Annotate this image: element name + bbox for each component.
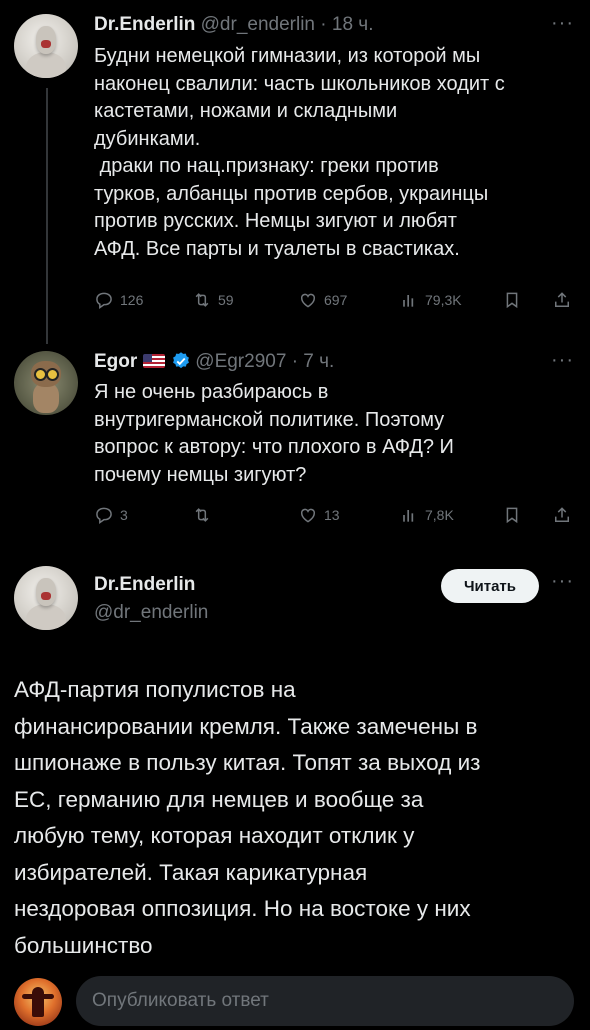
retweet-button[interactable]: 59 [192,290,234,310]
like-button[interactable]: 697 [298,290,347,310]
follow-button[interactable]: Читать [441,569,539,603]
us-flag-icon [143,354,166,368]
reply-button[interactable]: 3 [94,505,128,525]
retweet-icon [195,293,209,307]
main-tweet-text: АФД-партия популистов на финансировании … [14,677,481,958]
like-button[interactable]: 13 [298,505,340,525]
share-button[interactable] [552,290,578,310]
bookmark-icon [506,507,518,524]
reply-count: 126 [120,292,144,308]
retweet-count: 59 [218,292,234,308]
views-count: 79,3K [425,292,462,308]
reply-icon [96,507,112,524]
views-button[interactable]: 7,8K [399,505,454,525]
reply-button[interactable]: 126 [94,290,143,310]
tweet-actions: 126 59 697 79,3K [94,290,574,314]
views-icon [403,510,414,522]
author-name[interactable]: Dr.Enderlin [94,14,195,35]
reply-icon [96,292,112,309]
bookmark-button[interactable] [502,290,528,310]
tweet-header: Egor @Egr2907 · 7 ч. [94,351,334,373]
main-tweet: Dr.Enderlin @dr_enderlin ··· АФД-партия … [0,560,590,960]
main-author-handle[interactable]: @dr_enderlin [94,602,208,624]
avatar[interactable] [14,351,78,415]
reply-count: 3 [120,507,128,523]
retweet-icon [195,508,209,522]
views-icon [403,295,414,307]
more-options-icon[interactable]: ··· [551,349,574,372]
author-handle[interactable]: @Egr2907 [195,351,286,372]
my-avatar[interactable] [14,978,62,1026]
tweet-text: Будни немецкой гимназии, из которой мы н… [94,45,505,260]
bookmark-button[interactable] [502,505,528,525]
heart-icon [300,293,316,308]
tweet-time[interactable]: · 7 ч. [292,351,335,372]
author-name[interactable]: Egor [94,351,137,372]
bookmark-icon [506,292,518,309]
avatar[interactable] [14,566,78,630]
main-author-name[interactable]: Dr.Enderlin [94,574,195,596]
heart-icon [300,508,316,523]
tweet-time[interactable]: · 18 ч. [320,14,373,35]
share-button[interactable] [552,505,578,525]
author-handle[interactable]: @dr_enderlin [201,14,315,35]
views-button[interactable]: 79,3K [399,290,462,310]
share-icon [555,507,569,522]
tweet-text: Я не очень разбираюсь в внутригерманской… [94,381,454,486]
avatar[interactable] [14,14,78,78]
tweet-header: Dr.Enderlin @dr_enderlin · 18 ч. [94,14,373,36]
tweet-dr-enderlin-1[interactable]: Dr.Enderlin @dr_enderlin · 18 ч. ··· Буд… [0,0,590,345]
tweet-egor[interactable]: Egor @Egr2907 · 7 ч. ··· Я не очень разби… [0,345,590,545]
reply-input[interactable] [76,976,574,1026]
more-options-icon[interactable]: ··· [551,12,574,35]
retweet-button[interactable] [192,505,218,525]
share-icon [555,292,569,307]
views-count: 7,8K [425,507,454,523]
more-options-icon[interactable]: ··· [551,570,574,593]
like-count: 697 [324,292,348,308]
reply-bar [0,962,590,1030]
verified-badge-icon[interactable] [171,351,191,371]
like-count: 13 [324,507,340,523]
tweet-actions: 3 13 7,8K [94,505,574,529]
